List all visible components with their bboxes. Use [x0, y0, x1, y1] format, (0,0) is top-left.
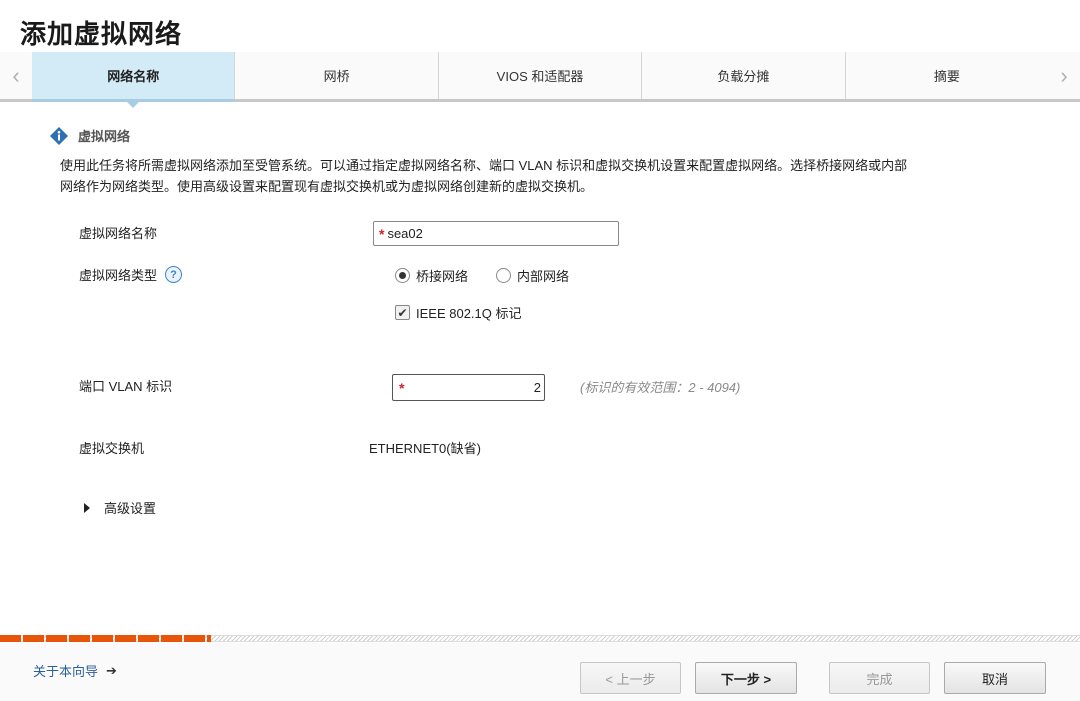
ieee-tagging-label[interactable]: IEEE 802.1Q 标记	[416, 303, 522, 322]
network-name-label: 虚拟网络名称	[79, 226, 158, 241]
section-title: 虚拟网络	[78, 129, 131, 144]
help-icon[interactable]: ?	[165, 266, 183, 283]
internal-network-label[interactable]: 内部网络	[517, 266, 569, 285]
wizard-progress-bar	[0, 635, 1080, 642]
tab-load-sharing[interactable]: 负载分摊	[642, 52, 846, 99]
expand-triangle-icon	[84, 502, 90, 513]
next-button[interactable]: 下一步 >	[695, 662, 797, 694]
progress-segment	[23, 635, 44, 642]
progress-segment	[115, 635, 136, 642]
finish-button[interactable]: 完成	[829, 662, 930, 694]
chevron-left-icon[interactable]: ‹	[0, 52, 32, 99]
window-title: 添加虚拟网络	[20, 19, 183, 49]
network-type-label-row: 虚拟网络类型 ?	[79, 265, 183, 284]
network-type-label: 虚拟网络类型	[79, 268, 158, 283]
section-header: 虚拟网络	[50, 126, 130, 145]
section-description: 使用此任务将所需虚拟网络添加至受管系统。可以通过指定虚拟网络名称、端口 VLAN…	[60, 158, 908, 194]
previous-button[interactable]: < 上一步	[580, 662, 681, 694]
bridged-network-radio[interactable]	[395, 268, 410, 283]
vlan-id-input[interactable]: * 2	[392, 374, 545, 401]
advanced-settings-toggle[interactable]: 高级设置	[84, 498, 156, 517]
virtual-switch-label: 虚拟交换机	[79, 441, 145, 456]
wizard-progress-fill	[0, 635, 213, 642]
virtual-switch-value: ETHERNET0(缺省)	[369, 441, 481, 456]
progress-segment	[92, 635, 113, 642]
required-marker: *	[399, 379, 405, 396]
progress-segment	[138, 635, 159, 642]
arrow-right-icon: ➔	[106, 662, 117, 678]
tab-label: 负载分摊	[717, 69, 770, 84]
active-tab-pointer	[127, 102, 140, 108]
chevron-right-icon[interactable]: ›	[1048, 52, 1080, 99]
progress-segment	[69, 635, 90, 642]
tab-network-name[interactable]: 网络名称	[32, 52, 236, 108]
ieee-tagging-row: ✔ IEEE 802.1Q 标记	[395, 303, 522, 322]
network-name-value: sea02	[387, 226, 423, 241]
advanced-settings-label: 高级设置	[104, 501, 157, 516]
cancel-button[interactable]: 取消	[944, 662, 1046, 694]
about-wizard-label: 关于本向导	[33, 664, 99, 679]
internal-network-radio[interactable]	[496, 268, 512, 283]
vlan-id-value: 2	[533, 380, 541, 395]
ieee-tagging-checkbox[interactable]: ✔	[395, 305, 410, 320]
tab-label: 摘要	[933, 69, 960, 84]
progress-segment	[207, 635, 211, 642]
tab-label: 网桥	[323, 69, 350, 84]
vlan-id-label: 端口 VLAN 标识	[79, 379, 173, 394]
progress-segment	[184, 635, 205, 642]
bridged-network-label[interactable]: 桥接网络	[416, 266, 468, 285]
vlan-range-hint: (标识的有效范围：2 - 4094)	[580, 380, 741, 395]
tab-label: VIOS 和适配器	[496, 69, 584, 84]
tab-summary[interactable]: 摘要	[846, 52, 1048, 99]
wizard-tab-bar: ‹ 网络名称 网桥 VIOS 和适配器 负载分摊 摘要 ›	[0, 52, 1080, 108]
wizard-footer: 关于本向导 ➔ < 上一步 下一步 > 完成 取消	[0, 643, 1080, 701]
network-type-radio-group: 桥接网络 内部网络	[395, 266, 597, 285]
progress-segment	[46, 635, 67, 642]
progress-segment	[0, 635, 21, 642]
tab-vios-adapters[interactable]: VIOS 和适配器	[439, 52, 643, 99]
tab-bridge[interactable]: 网桥	[235, 52, 439, 99]
network-name-input[interactable]: * sea02	[373, 221, 619, 246]
required-marker: *	[379, 225, 385, 242]
progress-segment	[161, 635, 182, 642]
about-wizard-link[interactable]: 关于本向导 ➔	[33, 661, 117, 680]
info-icon	[50, 126, 68, 145]
tab-label: 网络名称	[107, 69, 160, 84]
wizard-tabs: 网络名称 网桥 VIOS 和适配器 负载分摊 摘要	[32, 52, 1048, 108]
